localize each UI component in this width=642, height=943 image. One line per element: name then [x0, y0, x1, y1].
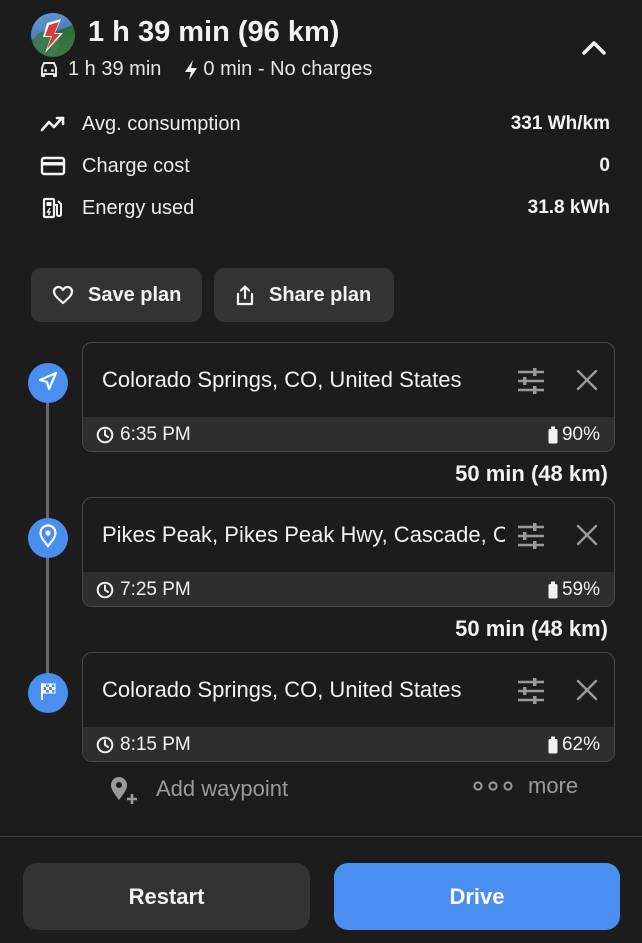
stat-value: 31.8 kWh — [527, 197, 610, 218]
stat-value: 0 — [599, 155, 610, 176]
arrival-time: 7:25 PM — [120, 579, 191, 600]
clock-icon — [96, 426, 114, 444]
charge-time: 0 min - No charges — [203, 58, 373, 80]
waypoint-footer: 6:35 PM 90% — [83, 417, 614, 451]
restart-button[interactable]: Restart — [23, 863, 310, 930]
waypoint-marker-stop — [28, 518, 68, 558]
more-button[interactable]: more — [472, 773, 578, 799]
waypoint-footer: 8:15 PM 62% — [83, 727, 614, 761]
battery-icon — [548, 736, 558, 754]
navigation-arrow-icon — [37, 370, 59, 397]
clock-icon — [96, 581, 114, 599]
share-plan-button[interactable]: Share plan — [214, 268, 394, 322]
chevron-up-icon — [581, 39, 607, 62]
more-label: more — [528, 773, 579, 798]
save-plan-label: Save plan — [88, 283, 182, 306]
battery-level: 90% — [561, 424, 600, 445]
share-icon — [235, 284, 255, 306]
remove-waypoint-icon[interactable] — [575, 678, 599, 707]
checkered-flag-icon — [38, 681, 58, 706]
waypoint-place[interactable]: Colorado Springs, CO, United States — [102, 367, 505, 393]
add-waypoint-button[interactable]: Add waypoint — [108, 773, 288, 805]
stat-value: 331 Wh/km — [510, 113, 610, 134]
route-summary-title: 1 h 39 min (96 km) — [88, 16, 340, 48]
battery-level: 62% — [561, 734, 600, 755]
save-plan-button[interactable]: Save plan — [31, 268, 202, 322]
car-icon — [38, 60, 60, 80]
waypoint-card[interactable]: Colorado Springs, CO, United States 6:35… — [82, 342, 615, 452]
battery-icon — [548, 426, 558, 444]
arrival-time: 6:35 PM — [120, 424, 191, 445]
clock-icon — [96, 736, 114, 754]
waypoint-place[interactable]: Colorado Springs, CO, United States — [102, 677, 505, 703]
add-waypoint-label: Add waypoint — [156, 776, 289, 801]
share-plan-label: Share plan — [269, 283, 372, 306]
remove-waypoint-icon[interactable] — [575, 523, 599, 552]
route-subtitle: 1 h 39 min 0 min - No charges — [38, 58, 372, 81]
lightning-icon — [183, 59, 199, 81]
arrival-time: 8:15 PM — [120, 734, 191, 755]
battery-level: 59% — [561, 579, 600, 600]
stat-label: Charge cost — [82, 154, 190, 177]
stat-energy-used: Energy used 31.8 kWh — [40, 193, 610, 223]
more-dots-icon — [472, 780, 514, 792]
stat-charge-cost: Charge cost 0 — [40, 151, 610, 181]
waypoint-card[interactable]: Colorado Springs, CO, United States 8:15… — [82, 652, 615, 762]
credit-card-icon — [40, 156, 68, 176]
collapse-button[interactable] — [578, 34, 610, 66]
add-location-icon — [108, 773, 140, 805]
trend-line-icon — [40, 115, 68, 133]
app-logo — [31, 13, 75, 57]
waypoint-marker-start — [28, 363, 68, 403]
tune-icon[interactable] — [516, 367, 546, 400]
stat-label: Energy used — [82, 196, 195, 219]
stat-label: Avg. consumption — [82, 112, 241, 135]
battery-icon — [548, 581, 558, 599]
remove-waypoint-icon[interactable] — [575, 368, 599, 397]
tune-icon[interactable] — [516, 677, 546, 710]
waypoint-marker-destination — [28, 673, 68, 713]
footer-divider — [0, 836, 642, 837]
drive-button[interactable]: Drive — [334, 863, 620, 930]
waypoint-card[interactable]: Pikes Peak, Pikes Peak Hwy, Cascade, CO … — [82, 497, 615, 607]
heart-icon — [52, 285, 74, 305]
location-pin-icon — [38, 523, 58, 553]
waypoint-footer: 7:25 PM 59% — [83, 572, 614, 606]
tune-icon[interactable] — [516, 522, 546, 555]
waypoint-place[interactable]: Pikes Peak, Pikes Peak Hwy, Cascade, CO — [102, 522, 505, 548]
drive-time: 1 h 39 min — [68, 58, 162, 80]
stat-avg-consumption: Avg. consumption 331 Wh/km — [40, 109, 610, 139]
leg-duration: 50 min (48 km) — [455, 461, 608, 486]
fuel-pump-icon — [40, 197, 68, 219]
leg-duration: 50 min (48 km) — [455, 616, 608, 641]
